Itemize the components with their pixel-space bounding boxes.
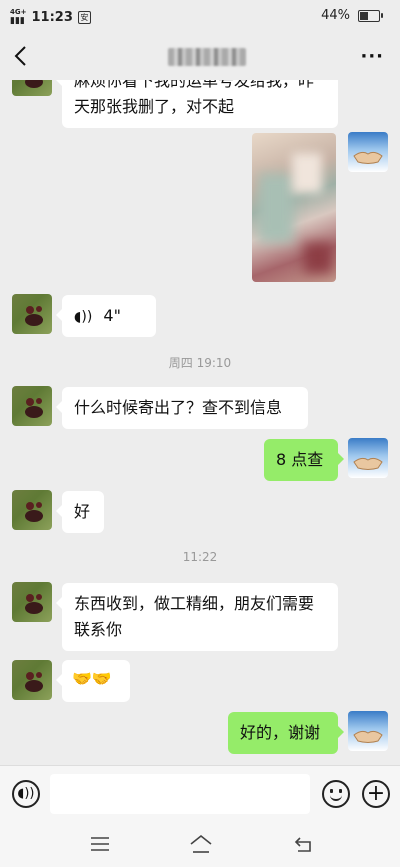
message-text: 好 [74,502,91,521]
plus-icon[interactable]: + [362,780,390,808]
back-icon[interactable] [292,833,316,855]
message-text-line1: 东西收到，做工精细，朋友们需要 [74,594,315,613]
message-bubble[interactable]: 8 点查 [264,439,344,481]
status-right: 44% [321,8,383,23]
my-avatar[interactable] [348,438,388,478]
status-badge: 安 [77,10,91,24]
chat-title-blurred [168,48,246,66]
contact-avatar[interactable] [12,490,52,530]
contact-avatar[interactable] [12,80,52,96]
status-left: 4G+ ▮▮▮ 11:23 安 [10,8,91,26]
system-nav-bar [0,823,400,867]
voice-message[interactable]: ◖)) 4" [56,295,156,337]
signal-icon: 4G+ ▮▮▮ [10,8,27,26]
chevron-left-icon[interactable] [12,44,32,68]
status-bar: 4G+ ▮▮▮ 11:23 安 44% [0,0,400,32]
contact-avatar[interactable] [12,582,52,622]
timestamp: 周四 19:10 [168,356,232,370]
menu-icon[interactable] [88,833,112,855]
message-bubble[interactable]: 好 [56,491,104,533]
message-text: 什么时候寄出了？查不到信息 [74,398,283,417]
emoji-message[interactable]: 🤝🤝 [56,660,130,702]
message-image[interactable] [252,133,336,282]
contact-avatar[interactable] [12,660,52,700]
more-options-button[interactable]: ··· [360,46,384,67]
home-icon[interactable] [188,833,214,855]
handshake-emoji: 🤝🤝 [72,669,112,688]
chat-header: ··· [0,32,400,80]
message-bubble[interactable]: 好的，谢谢 [228,712,344,754]
message-text: 好的，谢谢 [240,723,321,742]
message-bubble[interactable]: 东西收到，做工精细，朋友们需要 联系你 [56,583,338,651]
my-avatar[interactable] [348,132,388,172]
message-bubble[interactable]: 什么时候寄出了？查不到信息 [56,387,308,429]
timestamp: 11:22 [182,550,218,564]
voice-icon[interactable]: ◖)) [12,780,40,808]
voice-duration: 4" [103,306,121,325]
input-bar: ◖)) + [0,765,400,824]
message-text: 8 点查 [276,450,324,469]
message-text-line2: 联系你 [74,620,123,639]
battery-icon [358,9,383,22]
message-text: 麻烦你看下我的运单号发给我，昨天那张我删了，对不起 [74,80,315,116]
my-avatar[interactable] [348,711,388,751]
contact-avatar[interactable] [12,386,52,426]
battery-percent: 44% [321,8,350,23]
message-bubble[interactable]: 麻烦你看下我的运单号发给我，昨天那张我删了，对不起 [56,80,338,128]
voice-wave-icon: ◖)) [74,309,93,325]
contact-avatar[interactable] [12,294,52,334]
status-time: 11:23 [31,9,73,25]
message-input[interactable] [50,774,310,814]
emoji-icon[interactable] [322,780,350,808]
chat-area[interactable]: 麻烦你看下我的运单号发给我，昨天那张我删了，对不起 ◖)) 4" 周四 19:1… [0,80,400,765]
